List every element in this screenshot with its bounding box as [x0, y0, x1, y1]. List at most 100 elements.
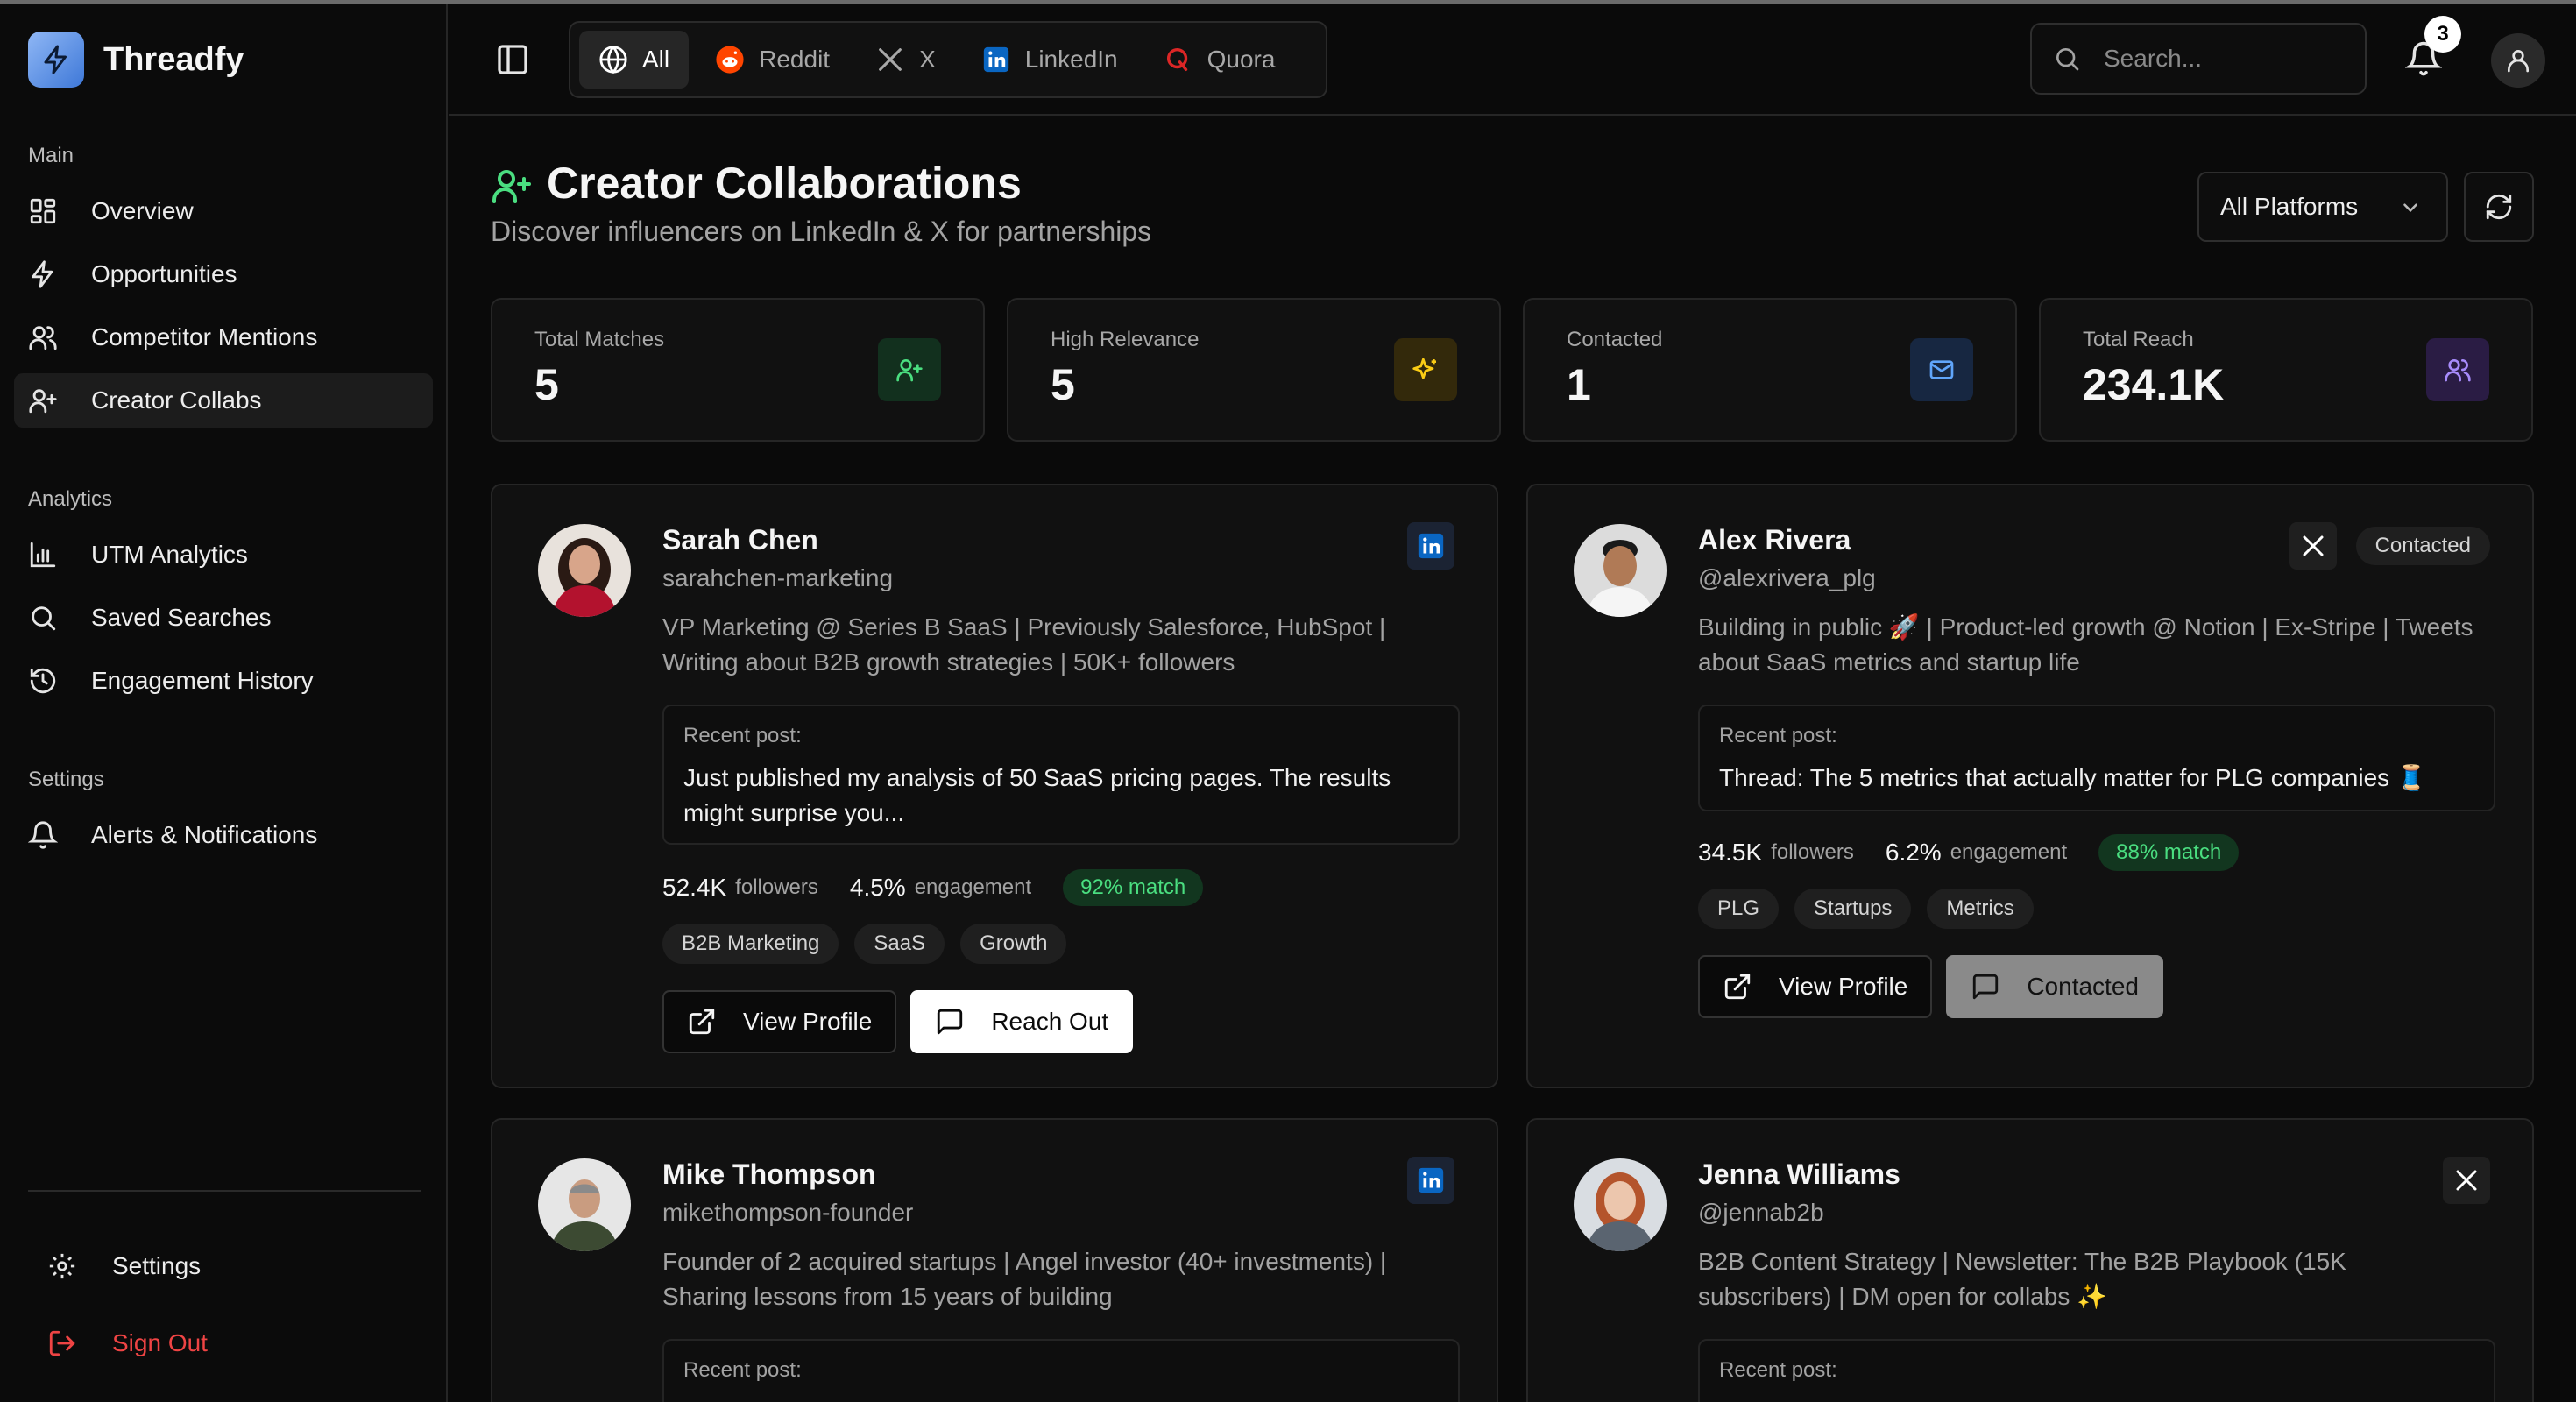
- page-title: Creator Collaborations: [547, 159, 1022, 208]
- sidebar-item-label: Engagement History: [91, 667, 314, 694]
- creator-handle: @alexrivera_plg: [1698, 564, 1876, 591]
- creator-handle: mikethompson-founder: [662, 1199, 914, 1226]
- contacted-button[interactable]: Contacted: [1946, 955, 2163, 1018]
- creator-card: Alex Rivera @alexrivera_plg Contacted Bu…: [1526, 484, 2534, 1088]
- user-plus-icon: [492, 170, 531, 203]
- stat-label: Total Matches: [534, 328, 665, 351]
- log-out-icon: [49, 1330, 75, 1356]
- recent-post: Recent post: Thread: The 5 metrics that …: [1698, 705, 2495, 811]
- stat-icon-box: [1394, 338, 1457, 401]
- creator-name: Sarah Chen: [662, 524, 818, 556]
- sidebar-item-alerts-notifications[interactable]: Alerts & Notifications: [14, 808, 433, 862]
- recent-post: Recent post: Just published my analysis …: [662, 705, 1460, 845]
- tab-quora[interactable]: Quora: [1144, 31, 1295, 89]
- sidebar-toggle-button[interactable]: [495, 42, 530, 77]
- quora-icon: [1166, 47, 1187, 72]
- user-plus-icon: [29, 389, 57, 414]
- platform-badge: [1407, 1157, 1454, 1204]
- creator-tags: B2B Marketing SaaS Growth: [662, 924, 1082, 964]
- tab-linkedin[interactable]: LinkedIn: [962, 31, 1137, 89]
- tab-x[interactable]: X: [856, 31, 955, 89]
- creator-tags: PLG Startups Metrics: [1698, 889, 2049, 929]
- avatar: [1574, 1158, 1667, 1251]
- followers-value: 52.4K: [662, 874, 727, 901]
- followers-label: followers: [735, 875, 818, 899]
- tab-all[interactable]: All: [579, 31, 690, 89]
- sidebar-item-label: Overview: [91, 197, 194, 224]
- x-logo-icon: [2303, 535, 2324, 556]
- view-profile-button[interactable]: View Profile: [1698, 955, 1933, 1018]
- bell-icon: [28, 821, 58, 849]
- recent-post: Recent post:: [662, 1339, 1460, 1402]
- sidebar-item-opportunities[interactable]: Opportunities: [14, 247, 433, 301]
- avatar: [538, 524, 631, 617]
- brand-name: Threadfy: [103, 40, 244, 78]
- sidebar-divider: [28, 1190, 421, 1192]
- stat-card-total-reach: Total Reach 234.1K: [2039, 298, 2533, 442]
- platform-filter-value: All Platforms: [2220, 193, 2359, 220]
- linkedin-icon: [983, 46, 1008, 73]
- user-menu-button[interactable]: [2491, 33, 2545, 88]
- sign-out-label: Sign Out: [112, 1329, 208, 1356]
- view-profile-button[interactable]: View Profile: [662, 990, 897, 1053]
- sidebar-item-utm-analytics[interactable]: UTM Analytics: [14, 528, 433, 582]
- section-title-settings: Settings: [28, 768, 104, 791]
- linkedin-icon: [1418, 533, 1444, 559]
- sidebar-item-label: Saved Searches: [91, 604, 272, 631]
- stat-label: High Relevance: [1051, 328, 1200, 351]
- message-square-icon: [1973, 974, 1999, 1000]
- top-bar: All Reddit X LinkedIn Quora 3: [449, 4, 2576, 116]
- tab-label: Quora: [1207, 46, 1276, 73]
- chevron-down-icon: [2403, 203, 2417, 213]
- x-logo-icon: [879, 48, 902, 71]
- platform-badge-box: [1407, 522, 1454, 570]
- creator-metrics: 34.5K followers 6.2% engagement 88% matc…: [1698, 834, 2240, 871]
- platform-tabs: All Reddit X LinkedIn Quora: [569, 21, 1327, 98]
- avatar: [1574, 524, 1667, 617]
- tag: Growth: [960, 924, 1067, 964]
- user-icon: [2508, 50, 2529, 73]
- creator-bio: Building in public 🚀 | Product-led growt…: [1698, 613, 2473, 676]
- tag: PLG: [1698, 889, 1780, 929]
- tag: SaaS: [854, 924, 945, 964]
- reach-out-button[interactable]: Reach Out: [910, 990, 1134, 1053]
- recent-post-text: Thread: The 5 metrics that actually matt…: [1719, 764, 2427, 791]
- tab-reddit[interactable]: Reddit: [696, 31, 849, 89]
- history-icon: [30, 668, 56, 694]
- creator-name: Jenna Williams: [1698, 1158, 1900, 1190]
- refresh-button[interactable]: [2464, 172, 2534, 242]
- engagement-value: 6.2%: [1885, 839, 1942, 866]
- search-icon: [2056, 48, 2079, 71]
- sign-out-button[interactable]: Sign Out: [35, 1316, 421, 1370]
- sidebar-item-label: Opportunities: [91, 260, 237, 287]
- refresh-icon: [2486, 194, 2512, 220]
- users-icon: [29, 326, 57, 350]
- sidebar-item-competitor-mentions[interactable]: Competitor Mentions: [14, 310, 433, 365]
- contacted-status-badge: Contacted: [2355, 527, 2490, 565]
- followers-label: followers: [1771, 840, 1854, 864]
- tag: B2B Marketing: [662, 924, 839, 964]
- creator-bio: Founder of 2 acquired startups | Angel i…: [662, 1248, 1387, 1310]
- sidebar-item-overview[interactable]: Overview: [14, 184, 433, 238]
- brand[interactable]: Threadfy: [28, 32, 244, 88]
- search-icon: [32, 606, 56, 631]
- sidebar-item-label: Competitor Mentions: [91, 323, 318, 350]
- platform-filter-select[interactable]: All Platforms: [2197, 172, 2448, 242]
- search-box[interactable]: [2030, 23, 2367, 95]
- sidebar-item-creator-collabs[interactable]: Creator Collabs: [14, 373, 433, 428]
- sidebar-item-label: Alerts & Notifications: [91, 821, 318, 848]
- sidebar-item-engagement-history[interactable]: Engagement History: [14, 654, 433, 708]
- platform-badge: [1407, 522, 1454, 570]
- tab-label: Reddit: [759, 46, 831, 73]
- external-link-icon: [689, 1009, 715, 1035]
- settings-button[interactable]: Settings: [35, 1239, 421, 1293]
- gear-icon: [49, 1253, 75, 1279]
- mail-icon: [1929, 360, 1954, 379]
- platform-badge: Contacted: [2289, 522, 2490, 570]
- reddit-icon: [716, 46, 744, 74]
- creator-name: Alex Rivera: [1698, 524, 1851, 556]
- search-input[interactable]: [2104, 45, 2349, 73]
- sidebar-item-saved-searches[interactable]: Saved Searches: [14, 591, 433, 645]
- users-icon: [2445, 359, 2471, 382]
- view-profile-label: View Profile: [1779, 973, 1908, 1000]
